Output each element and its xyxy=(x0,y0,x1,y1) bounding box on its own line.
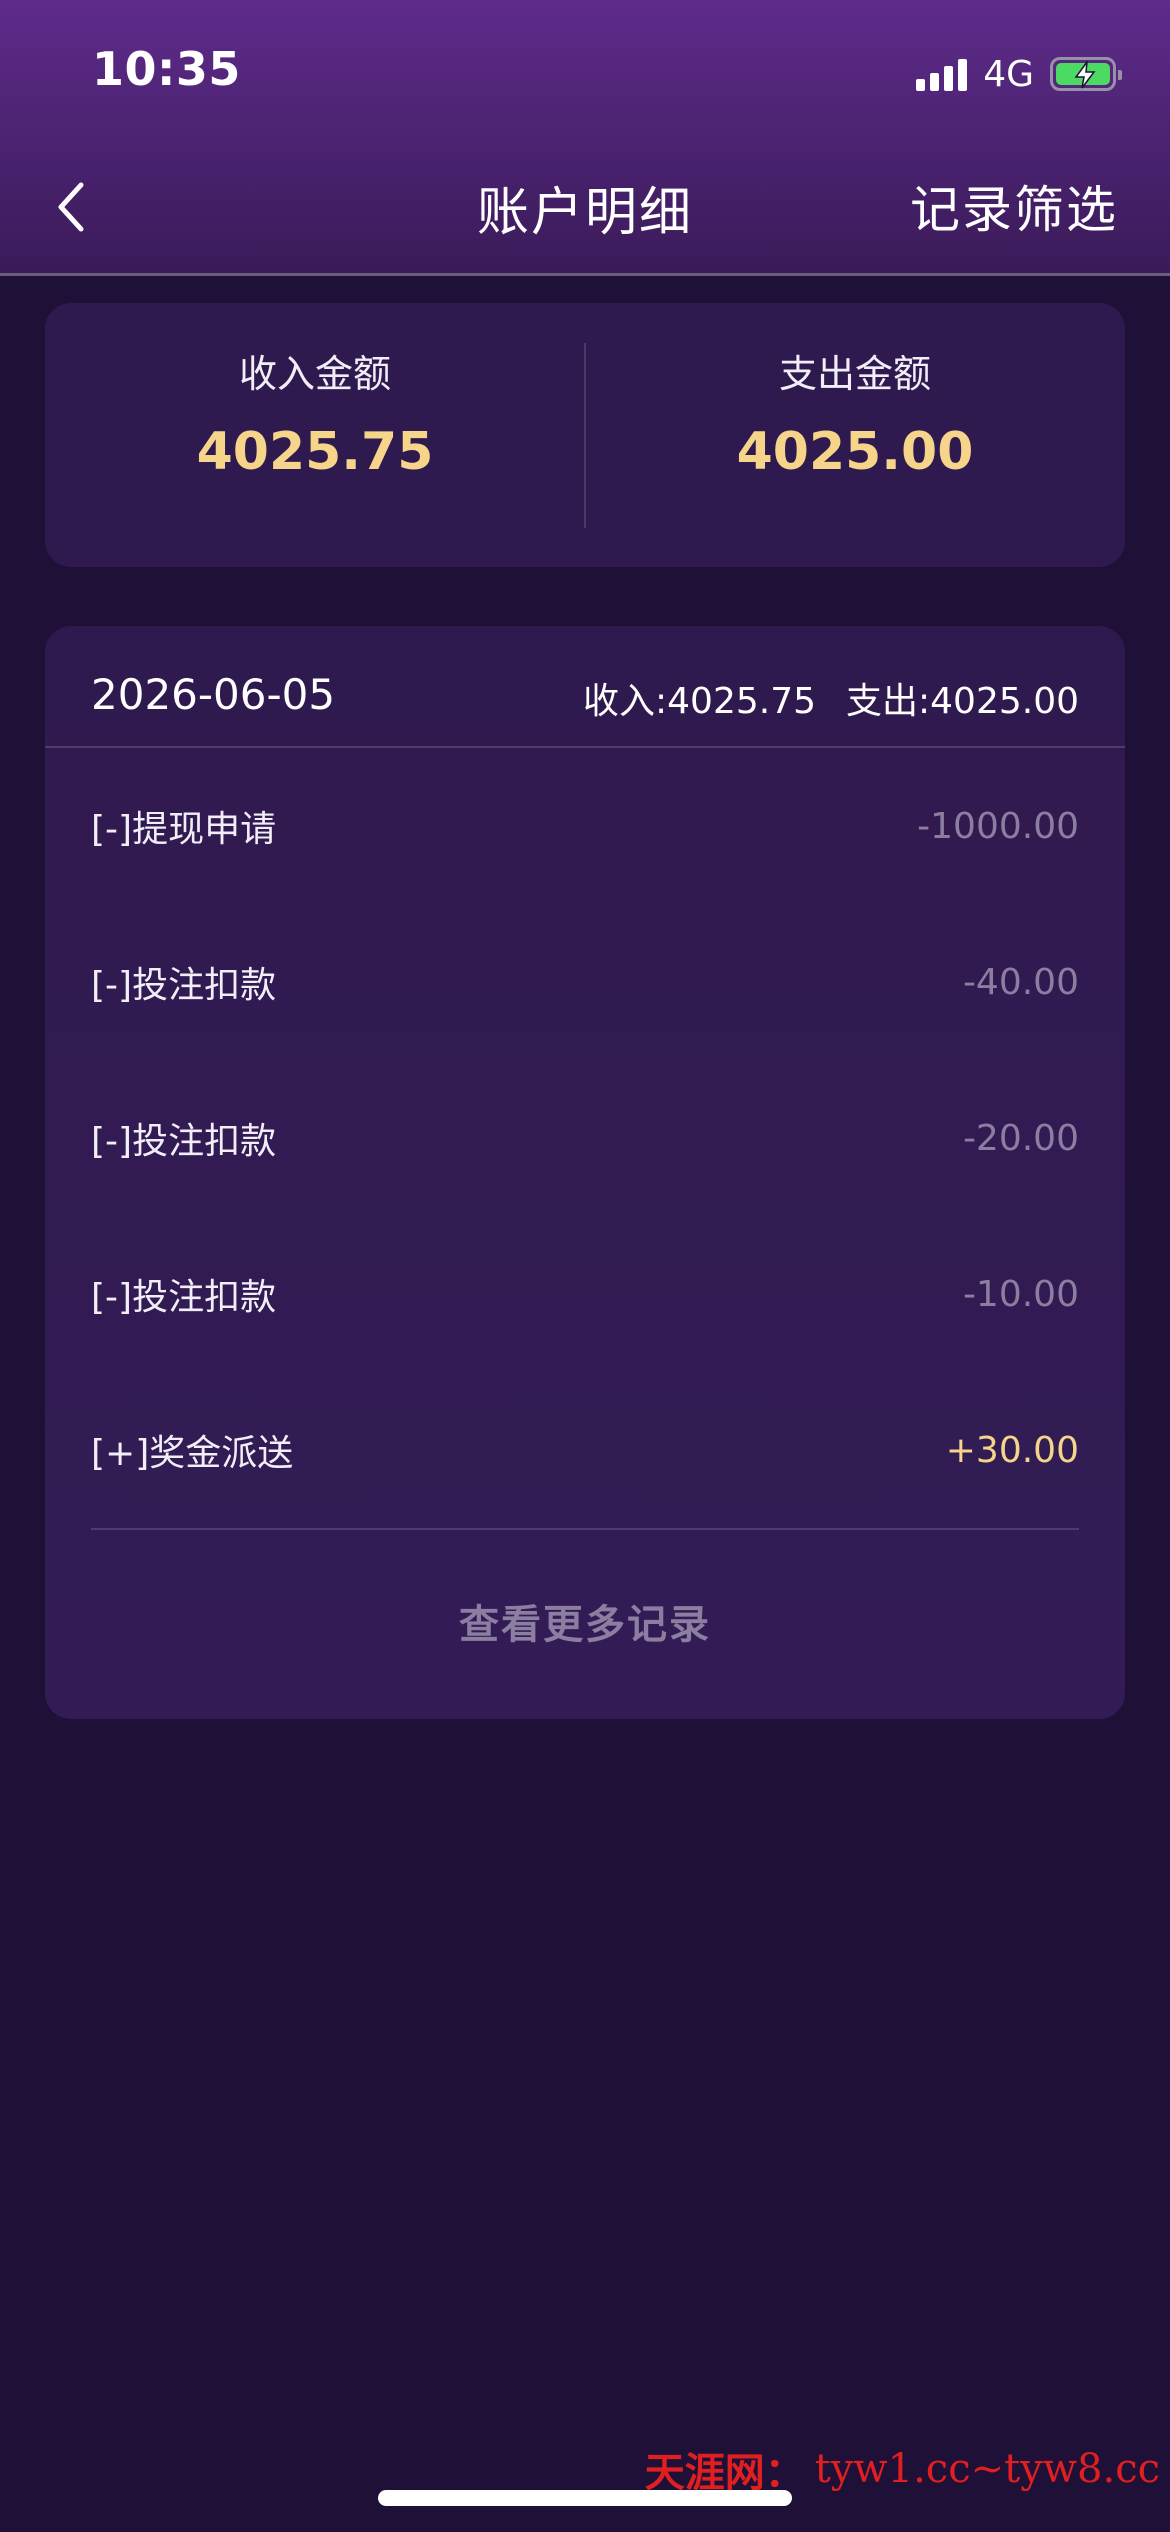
record-name: [+]奖金派送 xyxy=(91,1433,294,1474)
network-label: 4G xyxy=(983,53,1034,95)
list-item[interactable]: [-]投注扣款 -40.00 xyxy=(91,904,1079,1060)
day-expense-total: 支出:4025.00 xyxy=(846,681,1079,722)
expense-summary: 支出金额 4025.00 xyxy=(585,303,1125,567)
records-date-header: 2026-06-05 收入:4025.75 支出:4025.00 xyxy=(45,626,1125,748)
nav-header: 10:35 4G 账户明细 记录筛选 xyxy=(0,0,1170,276)
record-filter-button[interactable]: 记录筛选 xyxy=(910,170,1118,242)
status-time: 10:35 xyxy=(92,42,241,96)
expense-value: 4025.00 xyxy=(736,422,974,482)
list-item[interactable]: [-]投注扣款 -10.00 xyxy=(91,1216,1079,1372)
day-totals: 收入:4025.75 支出:4025.00 xyxy=(583,672,1079,724)
income-label: 收入金额 xyxy=(238,352,391,396)
record-amount: -40.00 xyxy=(962,961,1079,1003)
list-item[interactable]: [+]奖金派送 +30.00 xyxy=(91,1372,1079,1528)
signal-icon xyxy=(916,57,968,91)
record-amount: -1000.00 xyxy=(917,805,1079,847)
list-item[interactable]: [-]投注扣款 -20.00 xyxy=(91,1060,1079,1216)
record-list: [-]提现申请 -1000.00 [-]投注扣款 -40.00 [-]投注扣款 … xyxy=(45,748,1125,1528)
record-name: [-]投注扣款 xyxy=(91,965,277,1006)
expense-label: 支出金额 xyxy=(778,352,931,396)
status-icons: 4G xyxy=(916,53,1122,95)
records-card: 2026-06-05 收入:4025.75 支出:4025.00 [-]提现申请… xyxy=(45,626,1125,1719)
home-indicator[interactable] xyxy=(378,2490,792,2506)
day-income-total: 收入:4025.75 xyxy=(583,681,816,722)
view-more-button[interactable]: 查看更多记录 xyxy=(45,1530,1125,1650)
record-date: 2026-06-05 xyxy=(91,670,336,719)
battery-icon xyxy=(1050,57,1122,91)
record-name: [-]提现申请 xyxy=(91,809,277,850)
summary-card: 收入金额 4025.75 支出金额 4025.00 xyxy=(45,303,1125,567)
income-value: 4025.75 xyxy=(196,422,434,482)
record-amount: -20.00 xyxy=(962,1117,1079,1159)
record-name: [-]投注扣款 xyxy=(91,1121,277,1162)
income-summary: 收入金额 4025.75 xyxy=(45,303,585,567)
record-amount: +30.00 xyxy=(945,1429,1079,1471)
record-amount: -10.00 xyxy=(962,1273,1079,1315)
list-item[interactable]: [-]提现申请 -1000.00 xyxy=(91,748,1079,904)
record-name: [-]投注扣款 xyxy=(91,1277,277,1318)
summary-divider xyxy=(584,343,586,528)
watermark-url: tyw1.cc~tyw8.cc xyxy=(814,2446,1160,2492)
